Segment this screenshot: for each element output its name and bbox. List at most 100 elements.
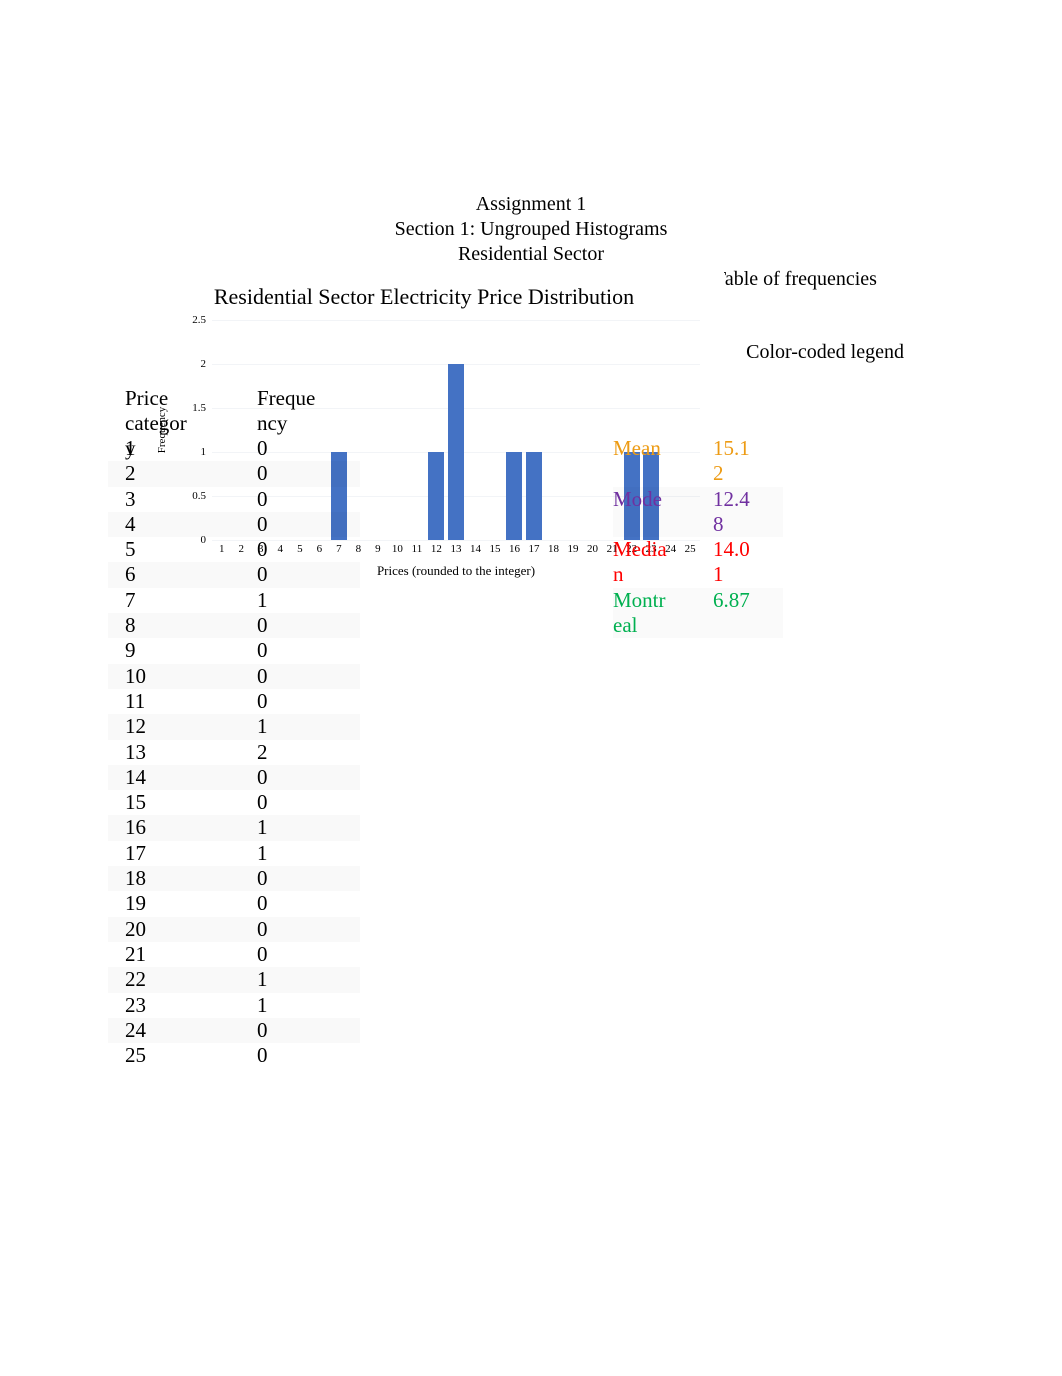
chart-title: Residential Sector Electricity Price Dis… bbox=[213, 284, 635, 309]
annotation-color-coded-legend: Color-coded legend bbox=[746, 341, 904, 363]
bar bbox=[428, 452, 445, 540]
bar bbox=[447, 364, 464, 540]
cell-price-category: 10 bbox=[125, 663, 146, 688]
cell-frequency: 1 bbox=[257, 967, 268, 992]
table-row: 24 0 bbox=[108, 1018, 360, 1043]
cell-frequency: 0 bbox=[257, 790, 268, 815]
cell-price-category: 1 bbox=[125, 436, 136, 460]
legend-row: Montreal 6.87 bbox=[613, 588, 783, 639]
cell-frequency: 0 bbox=[257, 916, 268, 941]
table-row: 17 1 bbox=[108, 841, 360, 866]
table-row: 14 0 bbox=[108, 765, 360, 790]
legend-value: 14.01 bbox=[713, 537, 750, 587]
cell-price-category: 4 bbox=[125, 511, 136, 536]
table-row: 22 1 bbox=[108, 967, 360, 992]
legend-value: 12.48 bbox=[713, 486, 750, 536]
table-row: 16 1 bbox=[108, 815, 360, 840]
x-axis-tick-label: 13 bbox=[450, 543, 462, 555]
cell-price-category: 15 bbox=[125, 790, 146, 815]
cell-frequency: 0 bbox=[257, 1017, 268, 1042]
table-row: 12 1 bbox=[108, 714, 360, 739]
cell-frequency: 0 bbox=[257, 638, 268, 663]
cell-price-category: 12 bbox=[125, 714, 146, 739]
cell-frequency: 0 bbox=[257, 1043, 268, 1068]
cell-price-category: 18 bbox=[125, 866, 146, 891]
annotation-table-of-frequencies: Table of frequencies bbox=[714, 268, 877, 290]
legend-label: Mode bbox=[613, 486, 662, 511]
table-row: 15 0 bbox=[108, 790, 360, 815]
table-row: 10 bbox=[108, 436, 360, 461]
table-row: 60 bbox=[108, 562, 360, 587]
table-row: 18 0 bbox=[108, 866, 360, 891]
legend-value: 6.87 bbox=[713, 587, 750, 612]
legend-row: Mean 15.12 bbox=[613, 436, 783, 487]
table-row: 20 bbox=[108, 461, 360, 486]
bar-slot bbox=[466, 320, 486, 540]
x-axis-tick-label: 18 bbox=[548, 543, 560, 555]
cell-frequency: 0 bbox=[257, 688, 268, 713]
y-axis-tick-label: 2.5 bbox=[192, 314, 206, 326]
column-header-frequency: Frequency bbox=[257, 386, 316, 435]
frequency-table-header-row: Price category Frequency bbox=[108, 386, 360, 460]
table-row: 40 bbox=[108, 512, 360, 537]
cell-frequency: 0 bbox=[257, 511, 268, 536]
cell-frequency: 0 bbox=[257, 891, 268, 916]
cell-frequency: 0 bbox=[257, 941, 268, 966]
legend-row: Mode 12.48 bbox=[613, 487, 783, 538]
cell-frequency: 0 bbox=[257, 537, 268, 562]
table-row: 21 0 bbox=[108, 942, 360, 967]
cell-frequency: 2 bbox=[257, 739, 268, 764]
x-axis-tick-label: 17 bbox=[528, 543, 540, 555]
cell-frequency: 0 bbox=[257, 461, 268, 486]
cell-frequency: 0 bbox=[257, 866, 268, 891]
cell-price-category: 5 bbox=[125, 537, 136, 562]
cell-price-category: 25 bbox=[125, 1043, 146, 1068]
bar-slot bbox=[505, 320, 525, 540]
bar bbox=[526, 452, 542, 540]
cell-frequency: 0 bbox=[257, 562, 268, 587]
cell-price-category: 21 bbox=[125, 941, 146, 966]
table-row: 13 2 bbox=[108, 740, 360, 765]
table-row: 80 bbox=[108, 613, 360, 638]
cell-price-category: 6 bbox=[125, 562, 136, 587]
cell-frequency: 0 bbox=[257, 613, 268, 638]
table-row: 30 bbox=[108, 487, 360, 512]
cell-price-category: 17 bbox=[125, 840, 146, 865]
legend-row: Median 14.01 bbox=[613, 537, 783, 588]
x-axis-tick-label: 10 bbox=[391, 543, 403, 555]
table-row: 71 bbox=[108, 588, 360, 613]
cell-price-category: 8 bbox=[125, 613, 136, 638]
x-axis-tick-label: 15 bbox=[489, 543, 501, 555]
cell-frequency: 1 bbox=[257, 587, 268, 612]
cell-frequency: 0 bbox=[257, 663, 268, 688]
legend-label: Mean bbox=[613, 436, 661, 460]
cell-price-category: 19 bbox=[125, 891, 146, 916]
bar-slot bbox=[388, 320, 408, 540]
bar-slot bbox=[524, 320, 544, 540]
legend-value: 15.12 bbox=[713, 436, 750, 486]
cell-frequency: 1 bbox=[257, 840, 268, 865]
bar-slot bbox=[427, 320, 447, 540]
table-row: 10 0 bbox=[108, 664, 360, 689]
table-row: 25 0 bbox=[108, 1043, 360, 1068]
x-axis-tick-label: 19 bbox=[567, 543, 579, 555]
table-row: 23 1 bbox=[108, 993, 360, 1018]
cell-price-category: 22 bbox=[125, 967, 146, 992]
cell-price-category: 16 bbox=[125, 815, 146, 840]
x-axis-tick-label: 16 bbox=[508, 543, 520, 555]
table-row: 19 0 bbox=[108, 891, 360, 916]
x-axis-tick-label: 20 bbox=[587, 543, 599, 555]
cell-frequency: 1 bbox=[257, 714, 268, 739]
legend-label: Montreal bbox=[613, 587, 666, 638]
bar-slot bbox=[446, 320, 466, 540]
bar-slot bbox=[583, 320, 603, 540]
cell-price-category: 3 bbox=[125, 486, 136, 511]
bar-slot bbox=[563, 320, 583, 540]
cell-frequency: 0 bbox=[257, 764, 268, 789]
page-heading: Assignment 1 Section 1: Ungrouped Histog… bbox=[0, 192, 1062, 267]
x-axis-tick-label: 14 bbox=[469, 543, 481, 555]
x-axis-tick-label: 9 bbox=[375, 543, 381, 555]
bar-slot bbox=[544, 320, 564, 540]
cell-price-category: 2 bbox=[125, 461, 136, 486]
x-axis-tick-label: 12 bbox=[430, 543, 442, 555]
